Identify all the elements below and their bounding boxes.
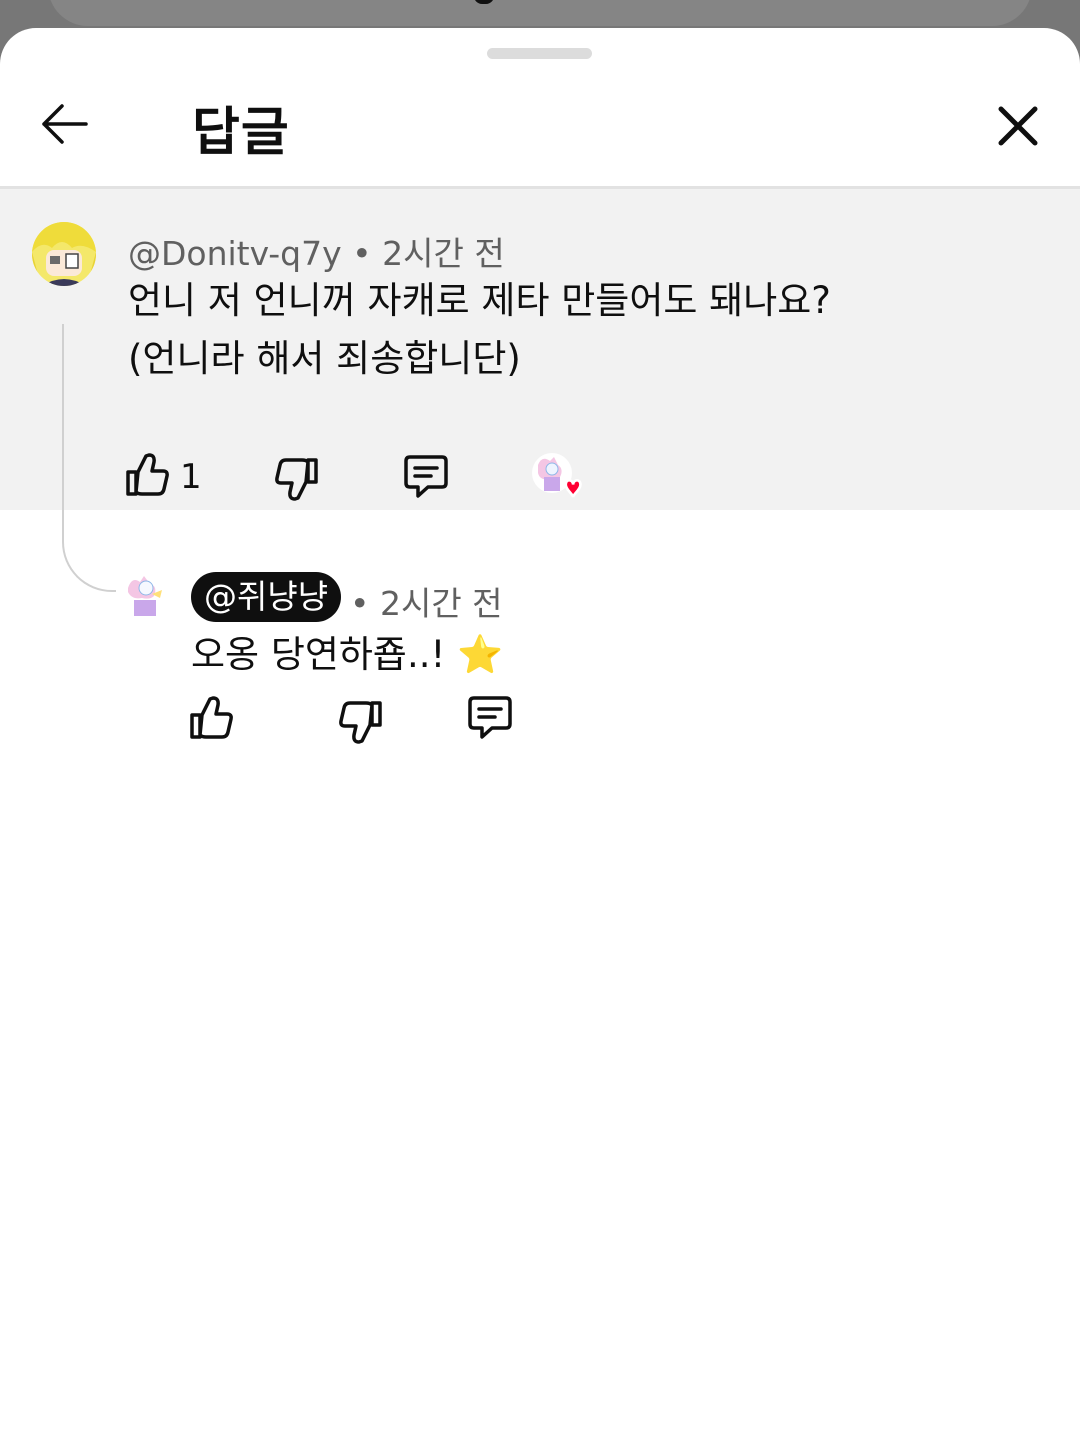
comment-icon [468,696,512,739]
reply-button[interactable] [402,453,450,501]
thumbs-up-icon [190,696,233,739]
dislike-button[interactable] [272,455,320,503]
arrow-left-icon [42,104,88,144]
like-count: 1 [180,457,202,497]
page-title: 답글 [192,103,290,163]
avatar-image [32,222,96,286]
creator-heart [530,451,590,507]
like-button[interactable] [124,451,172,499]
thumbs-up-icon [126,453,169,496]
replies-bottom-sheet: 답글 @Donitv-q7y • 2시간 전 언니 저 언니꺼 자캐로 제타 만… [0,28,1080,1440]
sheet-header: 답글 [0,68,1080,188]
back-button[interactable] [36,96,96,152]
thumbs-down-icon [339,701,382,744]
reply-button[interactable] [466,694,514,742]
like-button[interactable] [188,694,236,742]
dislike-button[interactable] [336,698,384,746]
thumbs-down-icon [275,458,318,501]
close-button[interactable] [990,98,1046,154]
author-name[interactable]: @Donitv-q7y [128,234,342,273]
comment-meta: @Donitv-q7y • 2시간 전 [128,227,505,275]
avatar-image [122,572,172,622]
reply-meta: • 2시간 전 [350,577,503,625]
meta-separator: • [350,584,370,623]
comment-text: 언니 저 언니꺼 자캐로 제타 만들어도 돼나요? (언니라 해서 죄송합니단) [128,272,831,388]
close-icon [998,106,1038,146]
comment-line: (언니라 해서 죄송합니단) [128,337,521,380]
avatar[interactable] [122,572,172,622]
reply-text: 오옹 당연하죱..! ⭐ [191,633,504,676]
parent-comment: @Donitv-q7y • 2시간 전 언니 저 언니꺼 자캐로 제타 만들어도… [0,189,1080,510]
avatar[interactable] [32,222,96,286]
comment-icon [404,455,448,498]
reply-time: 2시간 전 [379,584,503,623]
comment-time: 2시간 전 [382,234,505,273]
reply-author-chip[interactable]: @쥐냥냥 [191,572,342,622]
drag-handle[interactable] [487,48,592,59]
background-indicator [474,0,494,4]
creator-heart-icon [532,453,582,498]
thread-connector [62,324,116,592]
background-video-edge [48,0,1032,26]
comment-line: 언니 저 언니꺼 자캐로 제타 만들어도 돼나요? [128,279,831,322]
meta-separator: • [352,234,372,273]
